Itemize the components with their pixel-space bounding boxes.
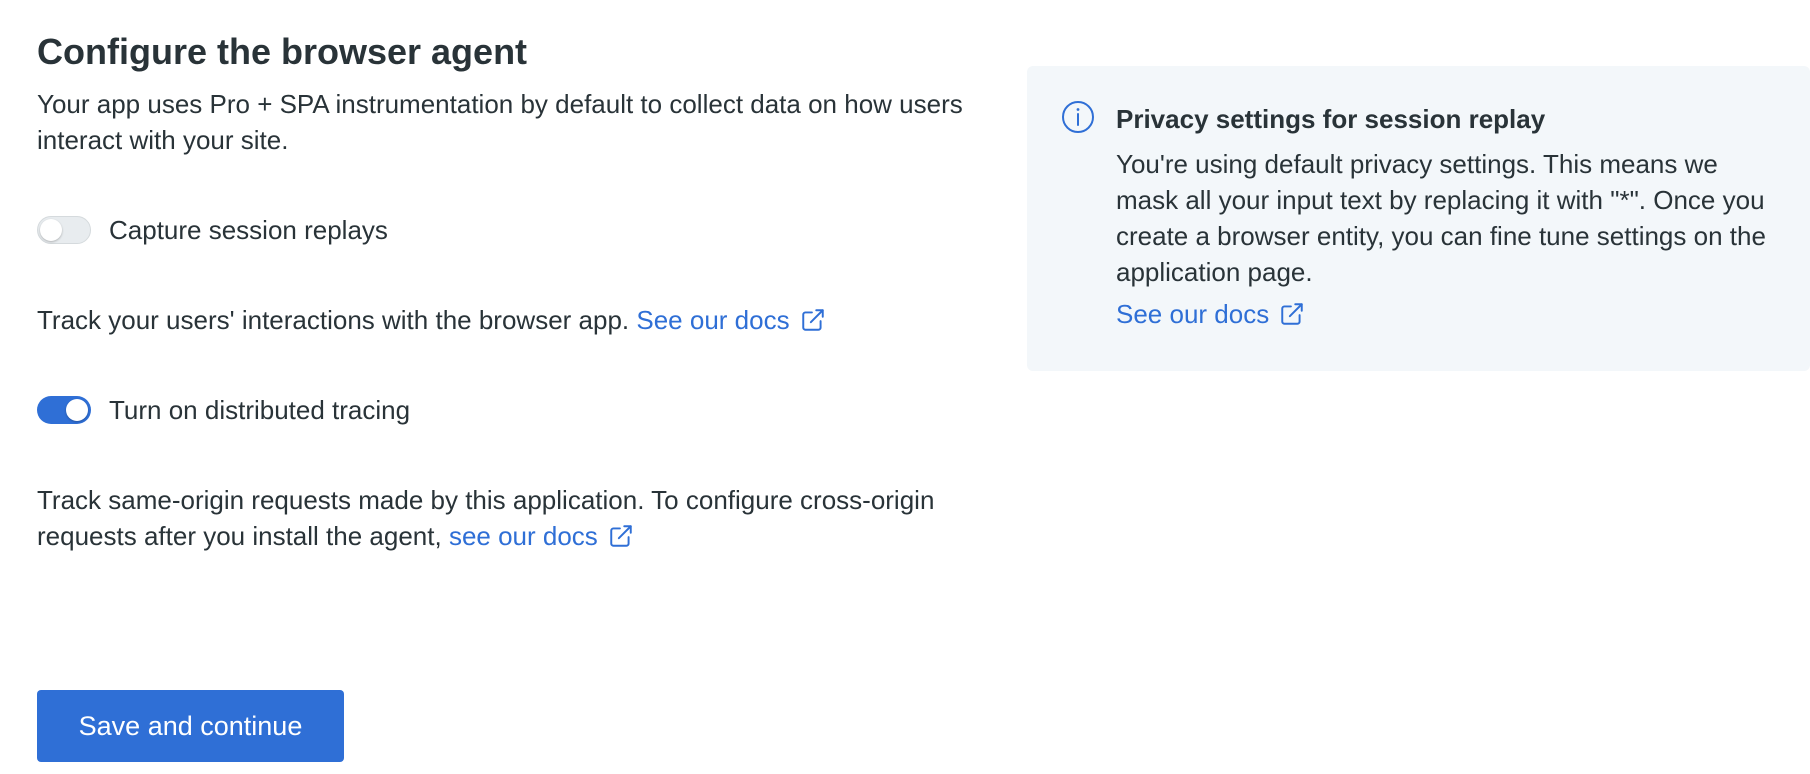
external-link-icon <box>1281 303 1303 325</box>
toggle-knob <box>40 219 62 241</box>
privacy-panel-body: You're using default privacy settings. T… <box>1116 149 1766 287</box>
privacy-docs-link[interactable]: See our docs <box>1116 296 1305 332</box>
distributed-tracing-label: Turn on distributed tracing <box>109 395 411 425</box>
privacy-docs-link-text: See our docs <box>1116 299 1270 329</box>
session-replay-description-text: Track your users' interactions with the … <box>37 305 630 335</box>
distributed-tracing-docs-link-text: see our docs <box>448 521 598 551</box>
save-and-continue-button[interactable]: Save and continue <box>37 690 344 762</box>
session-replay-description: Track your users' interactions with the … <box>37 302 987 338</box>
configure-section: Configure the browser agent Your app use… <box>37 28 987 554</box>
toggle-knob <box>66 399 88 421</box>
page-title: Configure the browser agent <box>37 31 528 72</box>
privacy-info-panel: Privacy settings for session replay You'… <box>1027 66 1810 371</box>
session-replay-row: Capture session replays <box>37 210 987 250</box>
session-replay-docs-link[interactable]: See our docs <box>636 305 825 335</box>
external-link-icon <box>610 525 632 547</box>
distributed-tracing-row: Turn on distributed tracing <box>37 390 987 430</box>
distributed-tracing-description: Track same-origin requests made by this … <box>37 482 987 554</box>
privacy-panel-title: Privacy settings for session replay <box>1116 104 1546 134</box>
session-replay-label: Capture session replays <box>109 215 388 245</box>
info-icon <box>1062 101 1094 133</box>
page: Configure the browser agent Your app use… <box>0 0 1810 774</box>
external-link-icon <box>801 309 824 331</box>
session-replay-toggle[interactable] <box>37 216 91 244</box>
intro-text: Your app uses Pro + SPA instrumentation … <box>37 89 963 155</box>
session-replay-docs-link-text: See our docs <box>636 305 790 335</box>
distributed-tracing-docs-link[interactable]: see our docs <box>449 521 634 551</box>
distributed-tracing-toggle[interactable] <box>37 396 91 424</box>
